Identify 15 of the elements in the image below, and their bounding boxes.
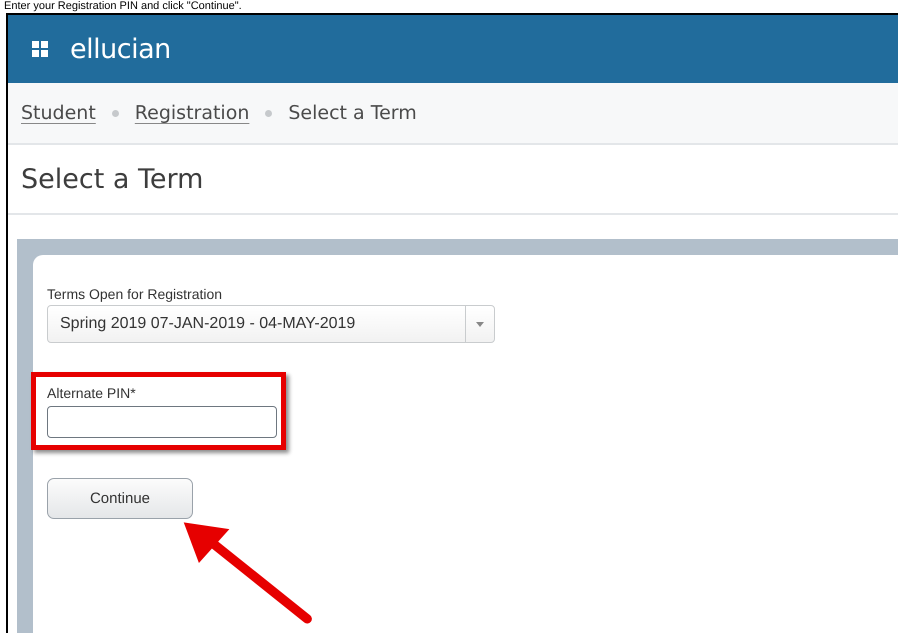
- term-select[interactable]: Spring 2019 07-JAN-2019 - 04-MAY-2019: [47, 305, 495, 343]
- page-title: Select a Term: [21, 164, 204, 194]
- instruction-caption: Enter your Registration PIN and click "Continue".: [3, 0, 242, 13]
- pin-label: Alternate PIN*: [47, 385, 137, 401]
- separator-dot: [265, 110, 272, 116]
- grid-menu-icon[interactable]: [32, 41, 48, 57]
- breadcrumb-link[interactable]: Student: [21, 102, 96, 124]
- caret-icon: [476, 322, 484, 326]
- continue-button[interactable]: Continue: [47, 478, 193, 519]
- separator-dot: [112, 110, 119, 116]
- brand-logo: ellucian: [70, 34, 171, 64]
- breadcrumb-current: Select a Term: [288, 102, 417, 124]
- term-label: Terms Open for Registration: [47, 286, 222, 302]
- pin-input-field[interactable]: [47, 406, 277, 438]
- breadcrumb-link[interactable]: Registration: [134, 102, 250, 124]
